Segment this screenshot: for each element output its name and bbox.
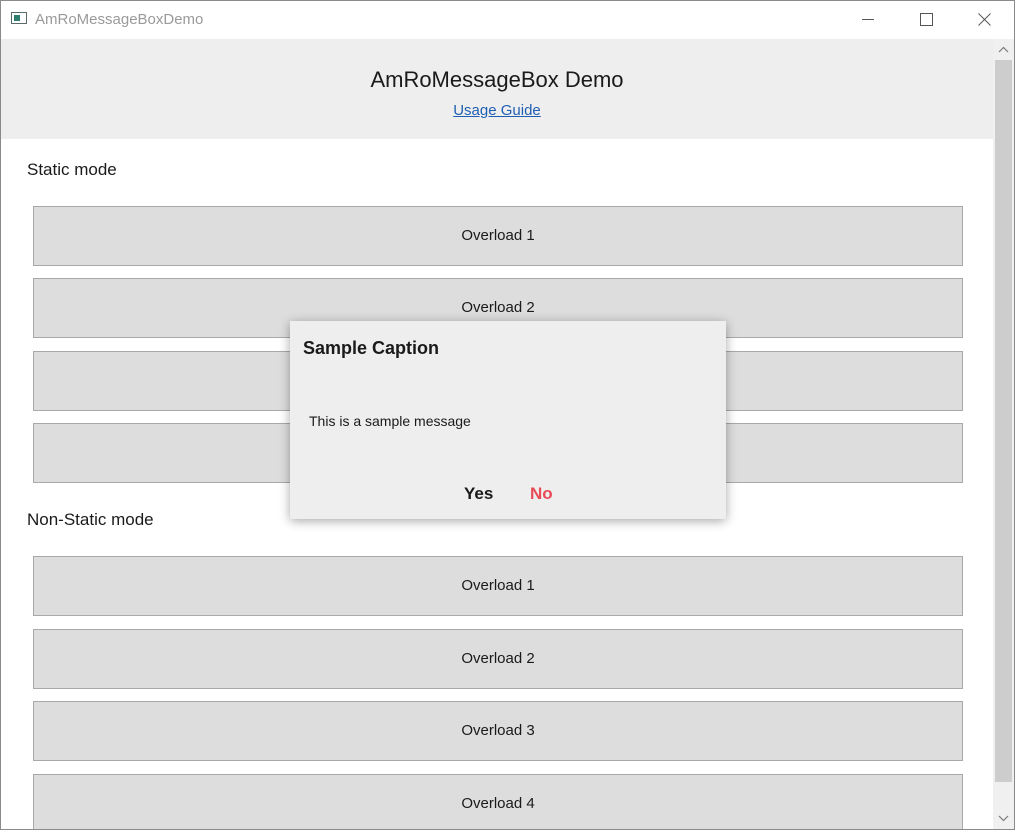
app-window-icon [11,12,27,24]
chevron-up-icon [998,46,1009,53]
close-button[interactable] [955,1,1013,38]
static-mode-label: Static mode [27,160,117,179]
window-title: AmRoMessageBoxDemo [35,11,204,28]
yes-button[interactable]: Yes [464,483,493,505]
header-band: AmRoMessageBox Demo Usage Guide [1,39,993,139]
static-overload-1-button[interactable]: Overload 1 [33,206,963,266]
page-title: AmRoMessageBox Demo [370,67,624,92]
non-static-overload-1-button[interactable]: Overload 1 [33,556,963,616]
scroll-up-button[interactable] [993,39,1014,59]
non-static-overload-2-button[interactable]: Overload 2 [33,629,963,689]
close-icon [978,13,991,26]
dialog-caption: Sample Caption [303,338,440,358]
usage-guide-link-row: Usage Guide [1,102,993,119]
no-button[interactable]: No [530,483,553,505]
message-box-dialog: Sample Caption This is a sample message … [290,321,726,519]
app-window: AmRoMessageBoxDemo AmRoMessageBox Demo U… [0,0,1015,830]
scroll-thumb[interactable] [995,60,1012,782]
non-static-overload-3-button[interactable]: Overload 3 [33,701,963,761]
scroll-down-button[interactable] [993,809,1014,829]
minimize-button[interactable] [839,1,897,38]
non-static-overload-4-button[interactable]: Overload 4 [33,774,963,829]
usage-guide-link[interactable]: Usage Guide [453,102,541,119]
minimize-icon [862,19,874,20]
maximize-button[interactable] [897,1,955,38]
title-bar[interactable]: AmRoMessageBoxDemo [1,1,1014,38]
non-static-mode-label: Non-Static mode [27,510,154,529]
chevron-down-icon [998,815,1009,822]
dialog-message: This is a sample message [309,413,471,429]
maximize-icon [920,13,933,26]
vertical-scrollbar[interactable] [993,39,1014,829]
